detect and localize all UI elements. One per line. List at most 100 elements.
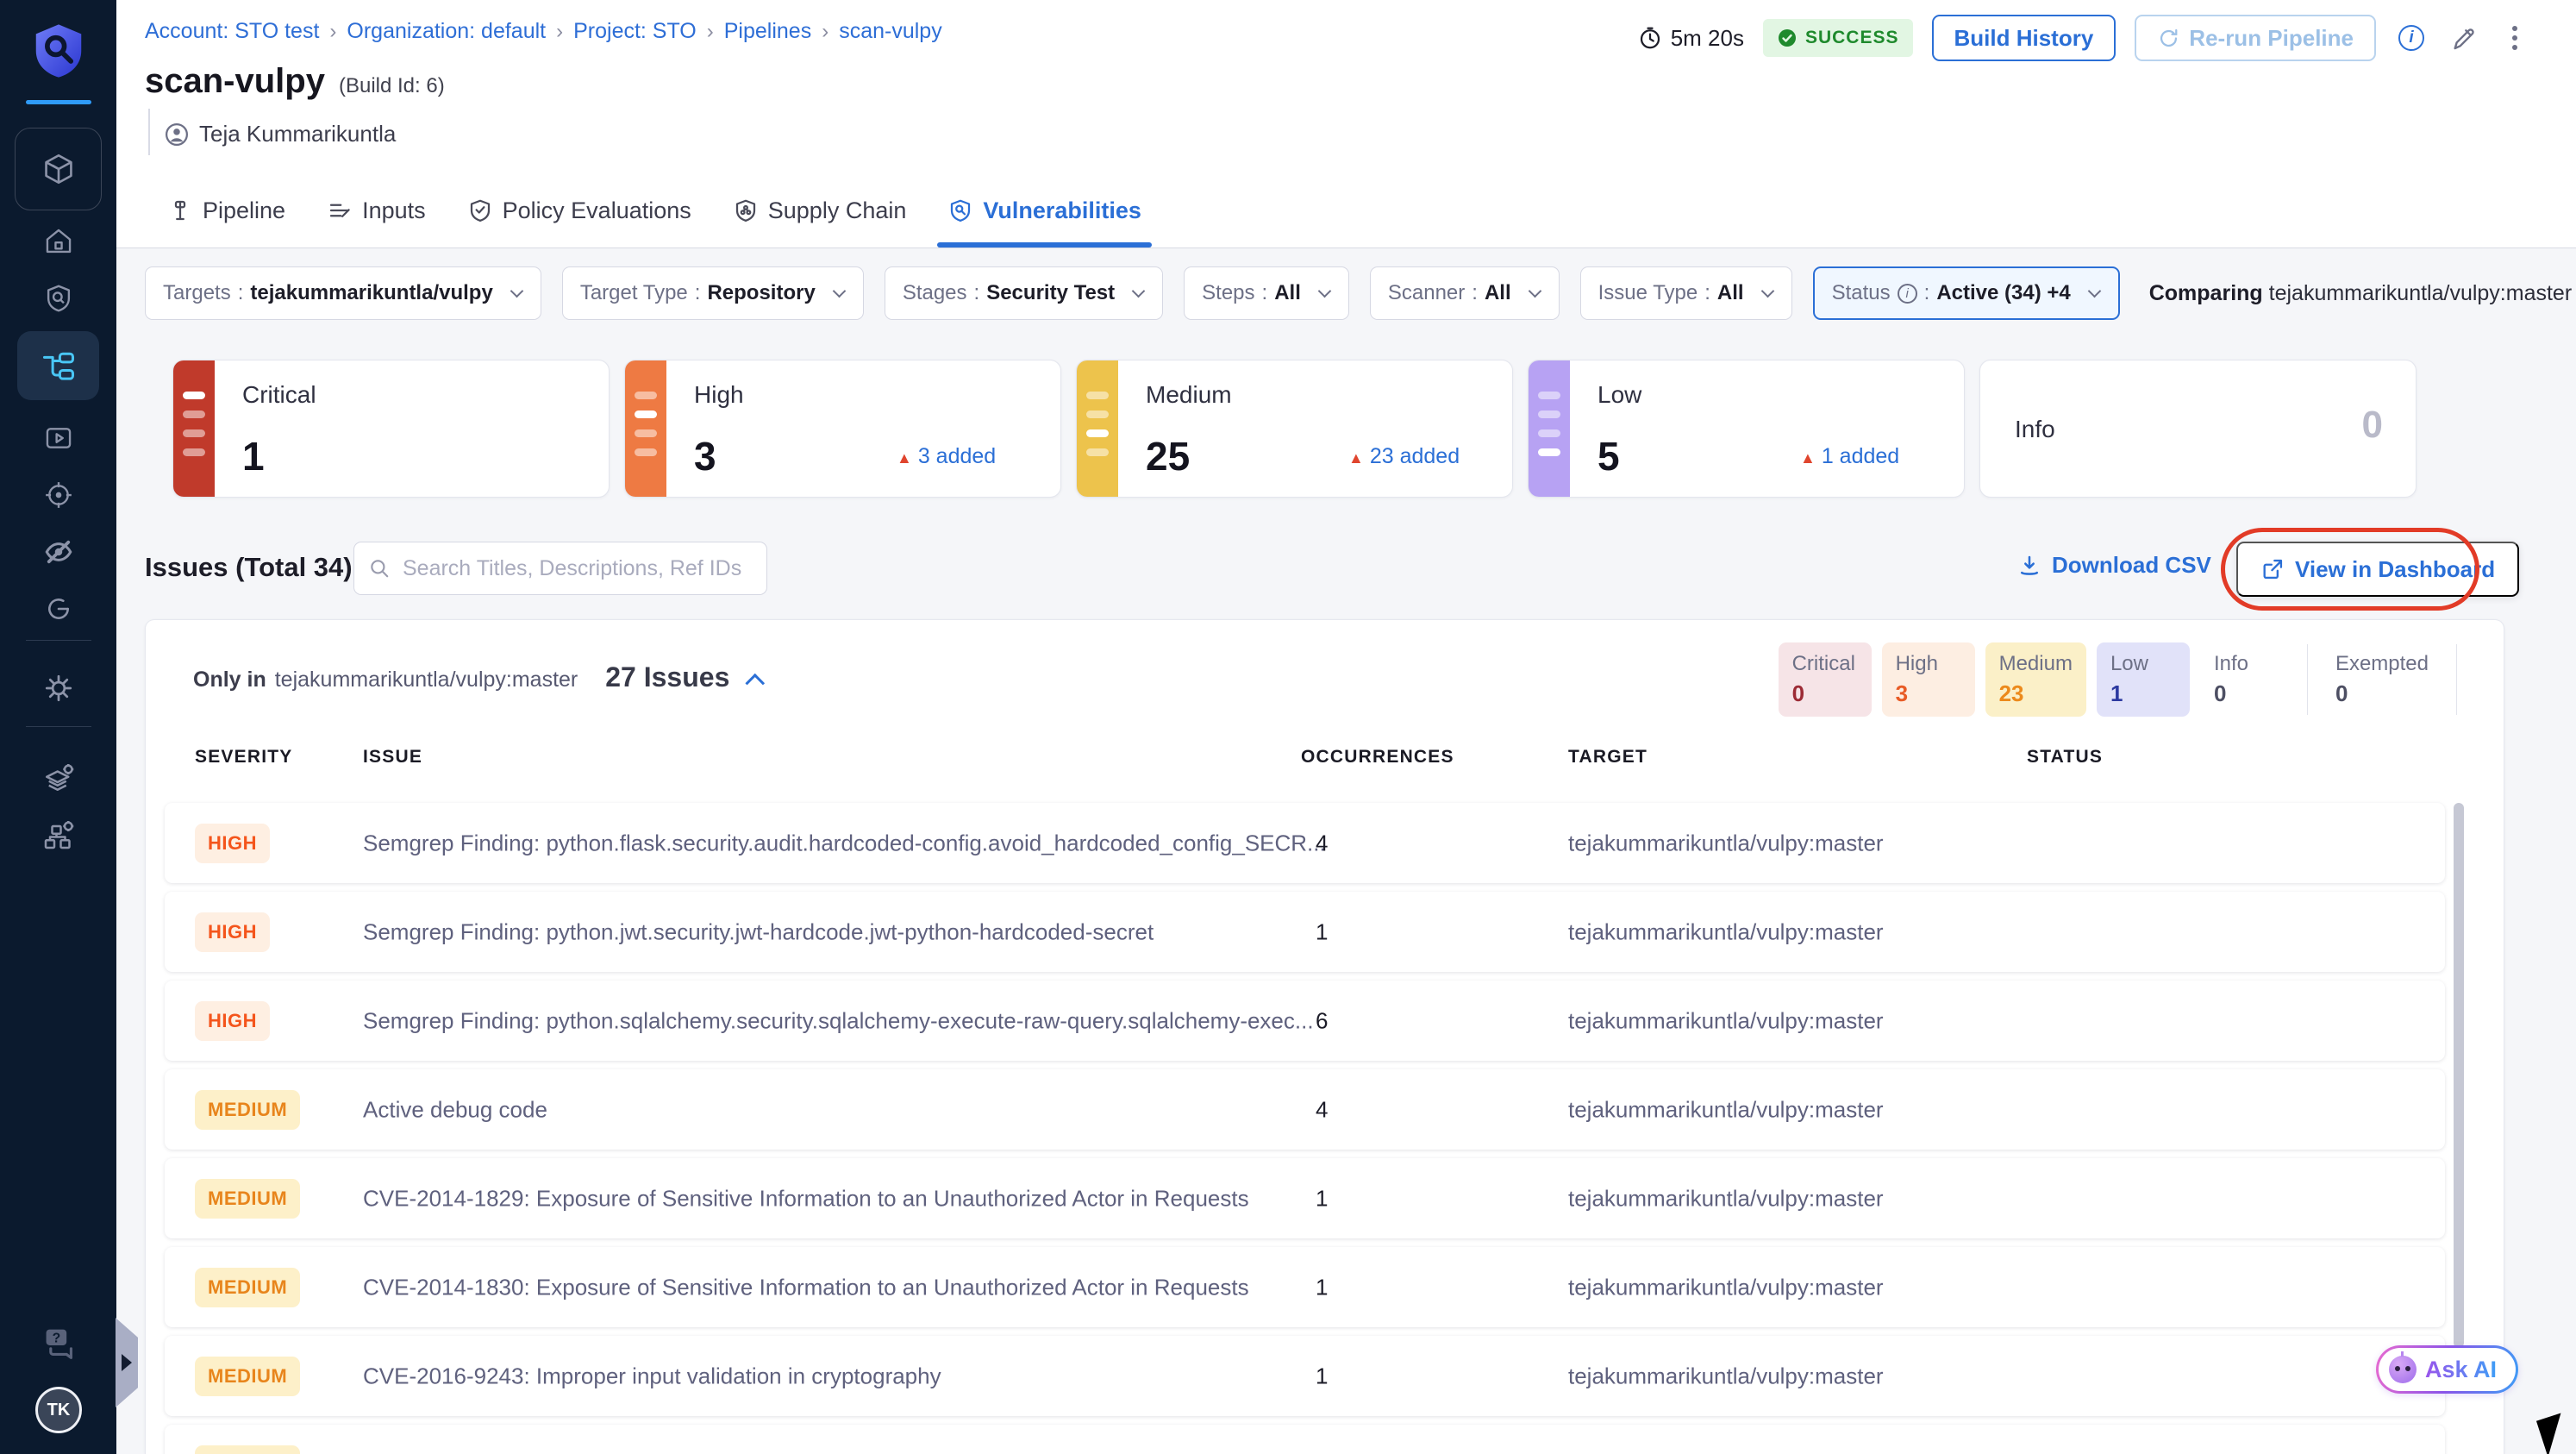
table-row[interactable]: MEDIUM CVE-2016-9243: Improper input vali…	[165, 1336, 2445, 1416]
download-csv-button[interactable]: Download CSV	[2017, 552, 2211, 579]
clock-icon	[1640, 27, 1660, 49]
severity-chip-low[interactable]: Low 1	[2096, 642, 2190, 717]
sidebar-item-module[interactable]	[15, 128, 102, 210]
breadcrumb-link[interactable]: scan-vulpy	[839, 19, 942, 44]
occurrences-value: 1	[1316, 1363, 1329, 1388]
strip-bar	[1538, 448, 1560, 456]
severity-chip-medium[interactable]: Medium 23	[1985, 642, 2086, 717]
ask-ai-button[interactable]: Ask AI	[2376, 1345, 2518, 1394]
tab-inputs[interactable]: Inputs	[323, 173, 429, 248]
strip-bar	[635, 392, 657, 399]
chip-label: Exempted	[2335, 652, 2429, 675]
filter-colon: :	[973, 281, 980, 304]
severity-chip-critical[interactable]: Critical 0	[1778, 642, 1872, 717]
filter-status[interactable]: Status i: Active (34) +4	[1812, 266, 2120, 320]
table-row[interactable]: MEDIUM CVE-2014-1830: Exposure of Sensiti…	[165, 1247, 2445, 1327]
rerun-pipeline-button[interactable]: Re-run Pipeline	[2135, 15, 2376, 61]
added-label: 23 added	[1369, 444, 1460, 468]
severity-chip-info[interactable]: Info 0	[2200, 642, 2293, 717]
filter-stages[interactable]: Stages: Security Test	[884, 266, 1164, 320]
tab-policy-evaluations[interactable]: Policy Evaluations	[464, 173, 695, 248]
edit-pipeline-button[interactable]	[2447, 22, 2479, 54]
issues-section-title: Issues (Total 34)	[145, 552, 353, 582]
sidebar-item-home[interactable]	[0, 216, 116, 267]
table-row[interactable]: MEDIUM CVE-2014-1829: Exposure of Sensiti…	[165, 1158, 2445, 1238]
severity-badge: HIGH	[195, 823, 270, 863]
issue-title: CVE-2016-9243: Improper input validation…	[363, 1363, 941, 1388]
table-row[interactable]: HIGH Semgrep Finding: python.sqlalchemy.s…	[165, 981, 2445, 1061]
view-in-dashboard-button[interactable]: View in Dashboard	[2236, 542, 2520, 597]
filter-issue-type[interactable]: Issue Type: All	[1579, 266, 1792, 320]
tab-pipeline[interactable]: Pipeline	[164, 173, 289, 248]
severity-strip	[173, 360, 215, 497]
chevron-down-icon	[832, 284, 847, 298]
chip-label: High	[1895, 652, 1938, 675]
filter-steps[interactable]: Steps: All	[1184, 266, 1349, 320]
chip-divider	[2306, 644, 2308, 715]
breadcrumb-link[interactable]: Account: STO test	[145, 19, 319, 44]
stage-connector-line	[148, 109, 150, 155]
sidebar-item-account-settings[interactable]	[0, 809, 116, 861]
more-options-button[interactable]	[2498, 22, 2531, 54]
filter-bar: Targets: tejakummarikuntla/vulpy Target Ty…	[145, 266, 2576, 320]
occurrences-value: 1	[1316, 1185, 1329, 1211]
breadcrumb: Account: STO test › Organization: default ›…	[145, 19, 942, 44]
table-row[interactable]: HIGH Semgrep Finding: python.jwt.security…	[165, 892, 2445, 972]
sidebar-item-getting-started[interactable]	[0, 583, 116, 635]
severity-card-label: Info	[2015, 416, 2055, 442]
filter-label: Stages	[902, 281, 967, 304]
info-button[interactable]: i	[2395, 22, 2428, 54]
breadcrumb-link[interactable]: Organization: default	[347, 19, 546, 44]
column-header-severity: Severity	[195, 747, 293, 767]
collapse-chevron-icon[interactable]	[745, 673, 766, 693]
sidebar-expand-handle[interactable]	[116, 1318, 138, 1407]
breadcrumb-separator: ›	[329, 19, 337, 43]
severity-card-label: Medium	[1146, 381, 1232, 408]
sidebar-divider	[26, 640, 91, 641]
table-scrollbar[interactable]	[2454, 803, 2464, 1348]
added-arrow-icon: ▲	[1348, 449, 1364, 467]
pipeline-icon	[174, 200, 186, 221]
execution-duration: 5m 20s	[1637, 25, 1744, 52]
severity-badge: MEDIUM	[195, 1356, 301, 1396]
sidebar-item-project-settings[interactable]	[0, 752, 116, 804]
issue-group-header[interactable]: Only in tejakummarikuntla/vulpy:master 2…	[193, 661, 766, 693]
sidebar-item-exemptions[interactable]	[0, 526, 116, 578]
sidebar-item-executions[interactable]	[0, 412, 116, 464]
severity-chip-exempted[interactable]: Exempted 0	[2322, 642, 2442, 717]
table-row[interactable]: MEDIUM Active debug code 4 tejakummarikuntl…	[165, 1069, 2445, 1150]
help-button[interactable]: ?	[0, 1318, 116, 1366]
chip-value: 1	[2110, 680, 2123, 706]
filter-label: Scanner	[1387, 281, 1466, 304]
table-row[interactable]: MEDIUM	[165, 1425, 2445, 1454]
sto-logo-icon[interactable]	[28, 19, 89, 83]
severity-card-added: ▲ 1 added	[1800, 444, 1899, 469]
search-input[interactable]	[401, 555, 753, 582]
sidebar-item-settings[interactable]	[0, 662, 116, 714]
mouse-cursor	[2535, 1413, 2573, 1454]
svg-text:?: ?	[52, 1332, 60, 1346]
table-row[interactable]: HIGH Semgrep Finding: python.flask.securi…	[165, 803, 2445, 883]
severity-strip	[1529, 360, 1570, 497]
sidebar-item-targets[interactable]	[0, 469, 116, 521]
ai-bot-icon	[2389, 1351, 2417, 1383]
tab-supply-chain[interactable]: Supply Chain	[729, 173, 910, 248]
issue-title: CVE-2014-1830: Exposure of Sensitive Inf…	[363, 1274, 1249, 1300]
sidebar-item-pipelines[interactable]	[17, 331, 99, 400]
filter-scanner[interactable]: Scanner: All	[1369, 266, 1560, 320]
strip-bar	[183, 392, 205, 399]
filter-colon: :	[1472, 281, 1478, 304]
severity-badge: HIGH	[195, 912, 270, 952]
filter-targets[interactable]: Targets: tejakummarikuntla/vulpy	[145, 266, 541, 320]
tab-vulnerabilities[interactable]: Vulnerabilities	[937, 173, 1152, 248]
filter-target-type[interactable]: Target Type: Repository	[561, 266, 864, 320]
user-avatar[interactable]: TK	[35, 1387, 82, 1433]
external-link-icon	[2263, 559, 2283, 580]
sidebar-item-scan-overview[interactable]	[0, 273, 116, 324]
breadcrumb-link[interactable]: Pipelines	[724, 19, 811, 44]
severity-chip-high[interactable]: High 3	[1881, 642, 1975, 717]
chip-value: 3	[1895, 680, 1909, 706]
breadcrumb-link[interactable]: Project: STO	[573, 19, 697, 44]
build-history-button[interactable]: Build History	[1931, 15, 2116, 61]
breadcrumb-separator: ›	[706, 19, 714, 43]
